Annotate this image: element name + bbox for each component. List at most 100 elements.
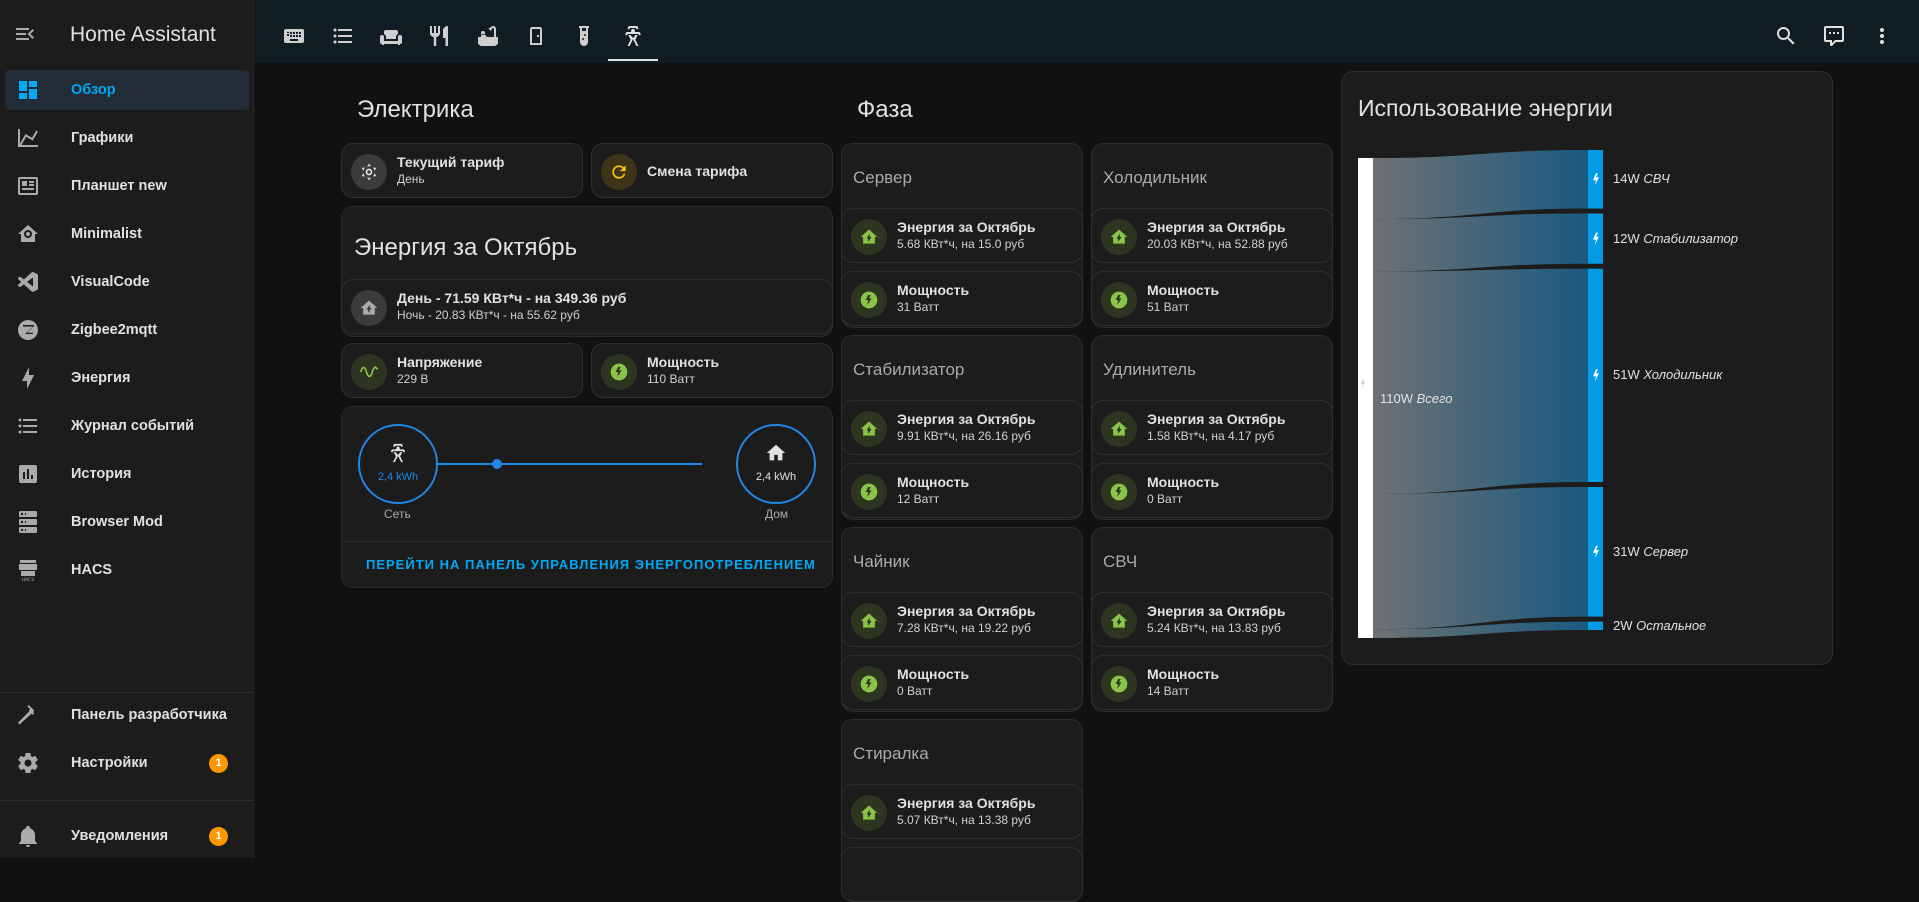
energy-month-card: Энергия за Октябрь День - 71.59 КВт*ч - … — [341, 206, 833, 337]
sidebar: Home Assistant Обзор Графики Планшет new… — [0, 0, 254, 858]
energy-value: 7.28 КВт*ч, на 19.22 руб — [897, 621, 1031, 635]
home-lightning-icon — [860, 805, 878, 820]
format-list-bulleted-icon — [18, 418, 37, 434]
tab-electrics[interactable] — [608, 14, 658, 61]
sidebar-item-developer-tools[interactable]: Панель разработчика — [5, 695, 249, 735]
device-power-tile[interactable]: Мощность 31 Ватт — [841, 271, 1083, 326]
device-energy-tile[interactable]: Энергия за Октябрь 20.03 КВт*ч, на 52.88… — [1091, 208, 1333, 263]
tab-keyboard[interactable] — [272, 14, 316, 58]
power-label: Мощность — [897, 282, 970, 298]
sankey-node-name: Холодильник — [1643, 367, 1723, 383]
power-icon-wrap — [1101, 474, 1137, 510]
energy-month-tile[interactable]: День - 71.59 КВт*ч - на 349.36 руб Ночь … — [341, 279, 833, 334]
home-lightning-icon — [860, 613, 878, 628]
energy-value: 9.91 КВт*ч, на 26.16 руб — [897, 429, 1031, 443]
sankey-node-value: 12W — [1613, 230, 1644, 246]
more-menu-button[interactable] — [1864, 18, 1900, 54]
device-card-fridge: Холодильник Энергия за Октябрь 20.03 КВт… — [1091, 143, 1333, 328]
power-tile[interactable]: Мощность 110 Ватт — [591, 343, 833, 398]
device-energy-tile[interactable]: Энергия за Октябрь 7.28 КВт*ч, на 19.22 … — [841, 592, 1083, 647]
vscode-icon — [17, 271, 38, 292]
sankey-node-label: 2W Остальное — [1613, 618, 1706, 633]
power-label: Мощность — [1147, 666, 1220, 682]
sidebar-item-overview[interactable]: Обзор — [5, 70, 249, 110]
home-circle[interactable]: 2,4 kWh — [736, 424, 816, 504]
zigbee-icon — [18, 320, 38, 340]
device-power-tile[interactable] — [841, 847, 1083, 902]
sidebar-item-browser-mod[interactable]: Browser Mod — [5, 502, 249, 542]
device-energy-tile[interactable]: Энергия за Октябрь 5.07 КВт*ч, на 13.38 … — [841, 784, 1083, 839]
sankey-flow — [1373, 268, 1588, 494]
home-lightning-icon — [360, 300, 378, 315]
sidebar-item-charts[interactable]: Графики — [5, 118, 249, 158]
assist-button[interactable] — [1816, 18, 1852, 54]
device-name: Чайник — [853, 552, 910, 571]
tab-door[interactable] — [514, 14, 558, 58]
power-icon-wrap — [851, 666, 887, 702]
device-name: Холодильник — [1103, 168, 1207, 187]
grid-circle[interactable]: 2,4 kWh — [358, 424, 438, 504]
server-icon — [19, 511, 37, 533]
tab-sofa[interactable] — [369, 14, 413, 58]
voltage-tile[interactable]: Напряжение 229 В — [341, 343, 583, 398]
sidebar-item-hacs[interactable]: HACS HACS — [5, 550, 249, 590]
tab-bathroom[interactable] — [466, 14, 510, 58]
energy-flow-card: 2,4 kWh Сеть 2,4 kWh Дом ПЕРЕЙТИ НА ПАНЕ… — [341, 406, 833, 588]
home-energy-icon-wrap — [851, 411, 887, 447]
sidebar-item-energy[interactable]: Энергия — [5, 358, 249, 398]
energy-value: 5.68 КВт*ч, на 15.0 руб — [897, 237, 1025, 251]
lightning-circle-icon — [860, 291, 878, 309]
energy-label: Энергия за Октябрь — [897, 795, 1036, 811]
home-lightning-icon — [860, 229, 878, 244]
device-energy-tile[interactable]: Энергия за Октябрь 9.91 КВт*ч, на 26.16 … — [841, 400, 1083, 455]
sidebar-item-label: Zigbee2mqtt — [71, 322, 158, 338]
tab-lamp[interactable] — [562, 14, 606, 58]
sidebar-item-logbook[interactable]: Журнал событий — [5, 406, 249, 446]
home-energy-icon-wrap — [1101, 411, 1137, 447]
tab-kitchen[interactable] — [417, 14, 461, 58]
energy-dashboard-link[interactable]: ПЕРЕЙТИ НА ПАНЕЛЬ УПРАВЛЕНИЯ ЭНЕРГОПОТРЕ… — [366, 557, 816, 572]
voltage-icon-wrap — [351, 354, 387, 390]
search-button[interactable] — [1768, 18, 1804, 54]
home-energy-icon-wrap — [851, 795, 887, 831]
sankey-node-label: 14W СВЧ — [1613, 171, 1670, 186]
current-tariff-tile[interactable]: Текущий тариф День — [341, 143, 583, 198]
tab-list[interactable] — [321, 14, 365, 58]
energy-usage-card: Использование энергии 110W Всего 14W СВЧ… — [1341, 71, 1833, 665]
device-power-tile[interactable]: Мощность 12 Ватт — [841, 463, 1083, 518]
device-power-tile[interactable]: Мощность 14 Ватт — [1091, 655, 1333, 710]
sidebar-item-history[interactable]: История — [5, 454, 249, 494]
change-tariff-tile[interactable]: Смена тарифа — [591, 143, 833, 198]
sidebar-item-visualcode[interactable]: VisualCode — [5, 262, 249, 302]
tariff-icon-wrap — [351, 154, 387, 190]
sidebar-item-minimalist[interactable]: Minimalist — [5, 214, 249, 254]
power-icon-wrap — [851, 474, 887, 510]
sankey-node-bar[interactable] — [1588, 621, 1603, 630]
sidebar-item-label: Графики — [71, 130, 134, 146]
gear-icon — [18, 753, 38, 773]
menu-toggle-button[interactable] — [13, 22, 41, 50]
sidebar-item-tablet[interactable]: Планшет new — [5, 166, 249, 206]
sidebar-item-settings[interactable]: Настройки 1 — [5, 743, 249, 783]
sidebar-item-notifications[interactable]: Уведомления 1 — [5, 816, 249, 856]
device-energy-tile[interactable]: Энергия за Октябрь 5.24 КВт*ч, на 13.83 … — [1091, 592, 1333, 647]
menu-open-icon — [16, 28, 34, 40]
card-divider — [342, 541, 832, 542]
home-lightning-icon — [860, 421, 878, 436]
device-power-tile[interactable]: Мощность 51 Ватт — [1091, 271, 1333, 326]
power-value: 12 Ватт — [897, 492, 940, 506]
device-energy-tile[interactable]: Энергия за Октябрь 5.68 КВт*ч, на 15.0 р… — [841, 208, 1083, 263]
device-power-tile[interactable]: Мощность 0 Ватт — [1091, 463, 1333, 518]
device-energy-tile[interactable]: Энергия за Октябрь 1.58 КВт*ч, на 4.17 р… — [1091, 400, 1333, 455]
sidebar-item-label: История — [71, 466, 132, 482]
sidebar-item-zigbee2mqtt[interactable]: Zigbee2mqtt — [5, 310, 249, 350]
bell-icon — [19, 826, 37, 847]
voltage-value: 229 В — [397, 372, 429, 386]
grid-to-home-line — [438, 463, 702, 465]
energy-label: Энергия за Октябрь — [1147, 411, 1286, 427]
home-lightning-icon — [1110, 421, 1128, 436]
energy-label: Энергия за Октябрь — [897, 219, 1036, 235]
energy-day: День - 71.59 КВт*ч - на 349.36 руб — [397, 290, 627, 306]
lightning-circle-icon — [1110, 675, 1128, 693]
device-power-tile[interactable]: Мощность 0 Ватт — [841, 655, 1083, 710]
